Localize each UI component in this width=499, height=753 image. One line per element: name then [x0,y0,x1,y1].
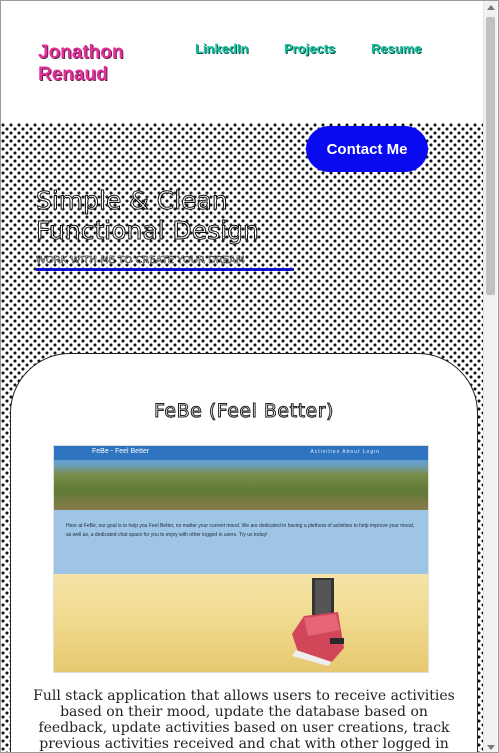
running-shoe-image [292,578,344,666]
hero-title: Simple & Clean Functional Design [36,186,336,246]
brand-first-name: Jonathon [38,42,124,63]
screenshot-intro-text: Here at FeBe, our goal is to help you Fe… [66,523,415,538]
brand-last-name: Renaud [38,64,108,85]
project-description: Full stack application that allows users… [33,688,455,752]
nav-link-resume[interactable]: Resume [371,41,422,56]
screenshot-nav-links: Activities About Login [310,449,380,455]
project-title: FeBe (Feel Better) [154,400,334,423]
screenshot-intro-band [54,510,428,574]
hero-title-line1: Simple & Clean [36,186,229,216]
scroll-up-arrow-icon[interactable] [487,5,495,10]
hero-subtitle: WORK WITH ME TO CREATE YOUR DREAM [36,255,294,271]
project-screenshot[interactable]: FeBe - Feel Better Activities About Logi… [53,445,429,673]
nav-link-linkedin[interactable]: LinkedIn [195,41,248,56]
hero-title-line2: Functional Design [36,216,260,246]
project-card: FeBe (Feel Better) FeBe - Feel Better Ac… [10,353,478,752]
nav-link-projects[interactable]: Projects [284,41,335,56]
site-header: Jonathon Renaud LinkedIn Projects Resume [1,1,485,123]
browser-viewport: Jonathon Renaud LinkedIn Projects Resume… [0,0,499,753]
screenshot-footer-image [54,574,428,672]
contact-me-button[interactable]: Contact Me [306,126,428,172]
scroll-down-arrow-icon[interactable] [487,745,495,750]
site-brand[interactable]: Jonathon Renaud [38,42,124,86]
screenshot-brand: FeBe - Feel Better [92,448,150,455]
vertical-scrollbar[interactable] [483,1,497,752]
scrollbar-thumb[interactable] [486,17,495,295]
screenshot-navbar: FeBe - Feel Better Activities About Logi… [54,446,428,460]
